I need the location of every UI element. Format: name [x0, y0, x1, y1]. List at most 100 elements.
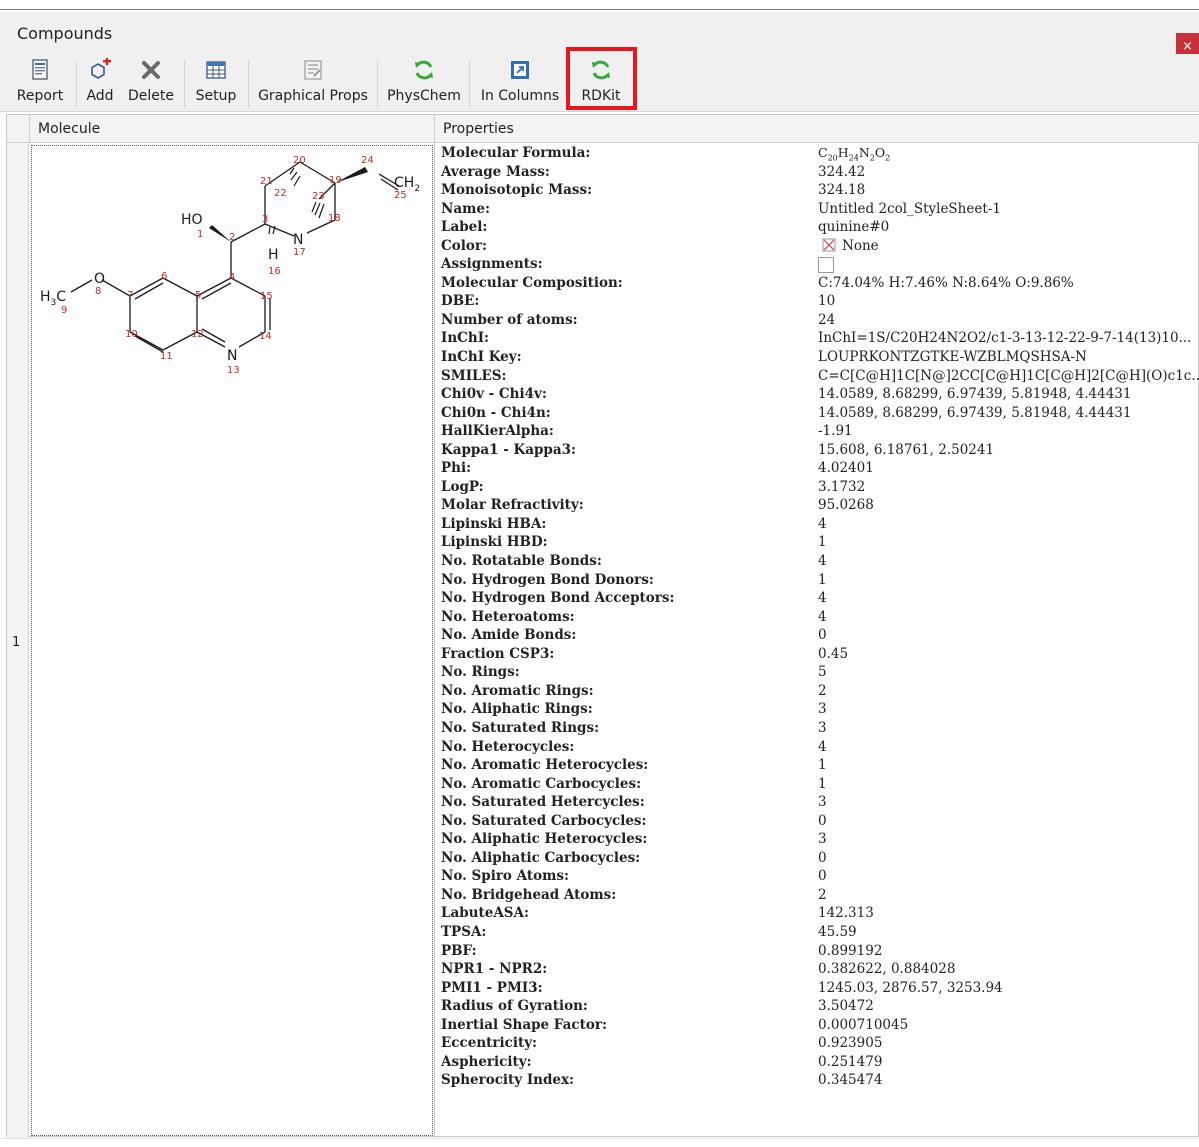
property-value: 2	[818, 682, 827, 699]
property-value: None	[818, 238, 879, 254]
property-row: Name: Untitled 2col_StyleSheet-1	[435, 200, 1199, 219]
column-header-molecule[interactable]: Molecule	[29, 115, 434, 143]
property-row: Radius of Gyration: 3.50472	[435, 997, 1199, 1016]
property-name: Label:	[441, 219, 488, 236]
property-value: 1	[818, 534, 827, 551]
property-row: InChI Key: LOUPRKONTZGTKE-WZBLMQSHSA-N	[435, 348, 1199, 367]
atom-number-10: 10	[125, 329, 138, 340]
property-name: No. Saturated Carbocycles:	[441, 812, 647, 829]
atom-number-1: 1	[197, 229, 203, 240]
molecule-structure: HO O H3C N H N CH2 1 2 3 4 5 6 7 8 9 10 …	[40, 155, 420, 376]
atom-number-23: 23	[312, 191, 325, 202]
property-value: 0.899192	[818, 942, 883, 959]
toolbar-separator	[76, 60, 77, 108]
delete-button[interactable]: Delete	[124, 54, 178, 112]
physchem-refresh-icon	[415, 60, 433, 80]
property-value: 1	[818, 571, 827, 588]
atom-label-n13: N	[227, 348, 237, 364]
property-value: 14.0589, 8.68299, 6.97439, 5.81948, 4.44…	[818, 404, 1132, 421]
property-row: No. Aromatic Carbocycles: 1	[435, 775, 1199, 794]
atom-number-15: 15	[260, 291, 273, 302]
physchem-label: PhysChem	[387, 88, 461, 104]
property-value: 3	[818, 701, 827, 718]
property-name: DBE:	[441, 293, 480, 310]
property-value: 0.382622, 0.884028	[818, 961, 956, 978]
row-header[interactable]: 1	[7, 143, 29, 1138]
atom-number-24: 24	[361, 155, 374, 166]
property-value: 4	[818, 590, 827, 607]
atom-number-2: 2	[229, 232, 235, 243]
property-value: 1245.03, 2876.57, 3253.94	[818, 979, 1003, 996]
property-value: 4.02401	[818, 460, 874, 477]
report-label: Report	[16, 88, 64, 104]
graphical-props-label: Graphical Props	[258, 88, 368, 104]
assignments-checkbox[interactable]	[818, 257, 834, 274]
property-row: No. Heterocycles: 4	[435, 738, 1199, 757]
property-value: 3	[818, 794, 827, 811]
property-value: 1	[818, 757, 827, 774]
property-name: No. Rotatable Bonds:	[441, 553, 602, 570]
property-row: HallKierAlpha: -1.91	[435, 422, 1199, 441]
property-row: Eccentricity: 0.923905	[435, 1034, 1199, 1053]
property-name: No. Saturated Hetercycles:	[441, 794, 645, 811]
property-row: No. Hydrogen Bond Acceptors: 4	[435, 589, 1199, 608]
property-name: Assignments:	[441, 256, 543, 273]
report-button[interactable]: Report	[8, 54, 72, 112]
property-name: InChI:	[441, 330, 489, 347]
window-top-border	[0, 9, 1199, 10]
in-columns-button[interactable]: In Columns	[476, 54, 564, 112]
atom-number-8: 8	[95, 286, 101, 297]
graphical-props-button[interactable]: Graphical Props	[254, 54, 372, 112]
property-value: Untitled 2col_StyleSheet-1	[818, 200, 1001, 217]
rdkit-highlight-box	[566, 47, 637, 110]
property-name: Color:	[441, 237, 487, 254]
property-value: 4	[818, 608, 827, 625]
property-value: C20H24N2O2	[818, 145, 890, 163]
property-value: 3.50472	[818, 998, 874, 1015]
toolbar-separator	[377, 60, 378, 108]
property-value: 0.000710045	[818, 1016, 909, 1033]
property-name: No. Heteroatoms:	[441, 608, 575, 625]
delete-icon	[142, 61, 160, 79]
property-value: 5	[818, 664, 827, 681]
row-number: 1	[12, 635, 21, 650]
property-value: 142.313	[818, 905, 874, 922]
atom-number-13: 13	[227, 365, 240, 376]
property-row: No. Spiro Atoms: 0	[435, 867, 1199, 886]
atom-number-6: 6	[161, 271, 167, 282]
property-value: C:74.04% H:7.46% N:8.64% O:9.86%	[818, 274, 1074, 291]
property-value: LOUPRKONTZGTKE-WZBLMQSHSA-N	[818, 349, 1087, 366]
property-name: LogP:	[441, 478, 484, 495]
property-name: No. Spiro Atoms:	[441, 868, 569, 885]
property-name: No. Saturated Rings:	[441, 719, 600, 736]
property-value: 3.1732	[818, 478, 866, 495]
property-row: Inertial Shape Factor: 0.000710045	[435, 1016, 1199, 1035]
property-value: quinine#0	[818, 219, 890, 236]
property-row: Molecular Formula: C20H24N2O2	[435, 144, 1199, 163]
property-name: PMI1 - PMI3:	[441, 979, 543, 996]
molecule-cell[interactable]: HO O H3C N H N CH2 1 2 3 4 5 6 7 8 9 10 …	[31, 145, 433, 1136]
property-value: 4	[818, 738, 827, 755]
property-name: No. Aromatic Rings:	[441, 682, 594, 699]
property-value: C=C[C@H]1C[N@]2CC[C@H]1C[C@H]2[C@H](O)c1…	[818, 367, 1199, 384]
setup-button[interactable]: Setup	[190, 54, 242, 112]
property-name: HallKierAlpha:	[441, 423, 554, 440]
column-header-properties[interactable]: Properties	[435, 115, 1199, 143]
property-value: 0	[818, 849, 827, 866]
property-name: Number of atoms:	[441, 311, 578, 328]
property-name: No. Rings:	[441, 664, 520, 681]
property-name: No. Aliphatic Heterocycles:	[441, 831, 648, 848]
property-row: Molar Refractivity: 95.0268	[435, 496, 1199, 515]
property-row: InChI: InChI=1S/C20H24N2O2/c1-3-13-12-22-…	[435, 329, 1199, 348]
property-name: InChI Key:	[441, 349, 522, 366]
property-row: No. Aliphatic Heterocycles: 3	[435, 830, 1199, 849]
physchem-button[interactable]: PhysChem	[384, 54, 464, 112]
add-button[interactable]: Add	[80, 54, 120, 112]
property-row: Number of atoms: 24	[435, 311, 1199, 330]
property-row: LogP: 3.1732	[435, 478, 1199, 497]
property-value: 0	[818, 627, 827, 644]
atom-label-o: O	[94, 271, 105, 287]
property-row: NPR1 - NPR2: 0.382622, 0.884028	[435, 960, 1199, 979]
property-name: Molar Refractivity:	[441, 497, 584, 514]
atom-number-5: 5	[195, 290, 201, 301]
